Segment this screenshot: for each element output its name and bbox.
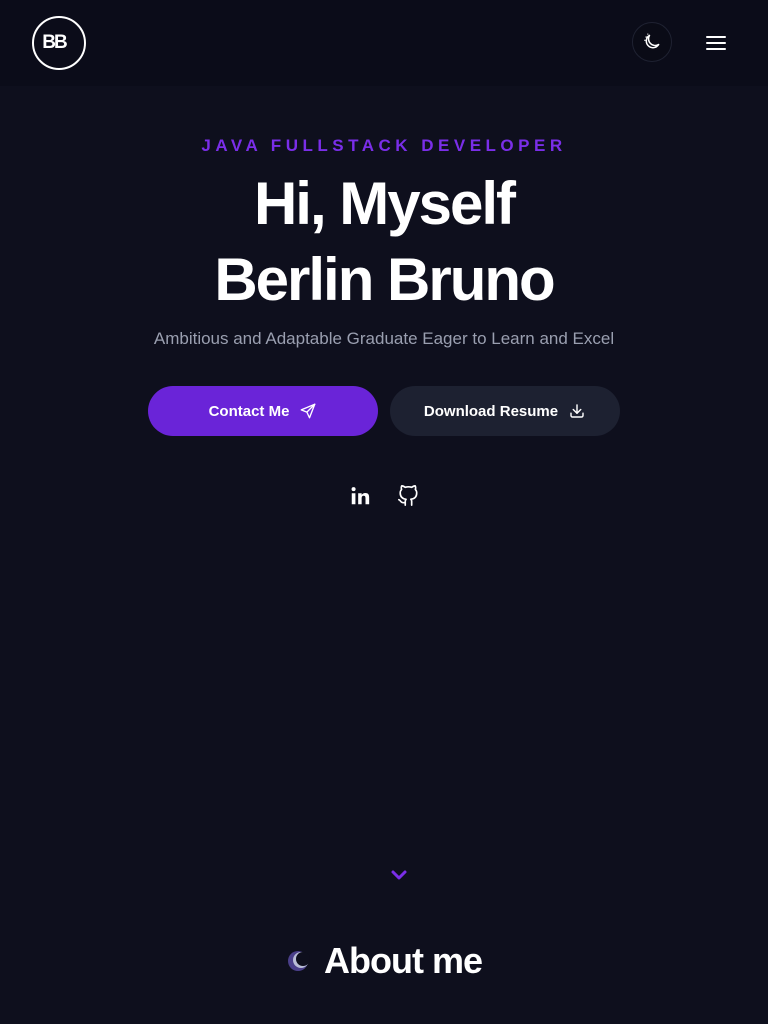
chevron-down-icon (391, 870, 407, 880)
navbar: BB (0, 0, 768, 86)
crescent-icon (288, 951, 310, 971)
headline-greeting: Hi, Myself (253, 170, 516, 237)
send-icon (300, 403, 316, 419)
linkedin-link[interactable] (348, 484, 372, 508)
menu-button[interactable] (702, 30, 730, 56)
about-title: About me (324, 940, 483, 981)
logo-text: BB (42, 32, 67, 53)
theme-toggle-button[interactable] (632, 22, 672, 62)
github-link[interactable] (396, 484, 420, 508)
contact-me-label: Contact Me (208, 402, 290, 420)
hamburger-menu-icon (706, 36, 726, 50)
headline-name: Berlin Bruno (214, 246, 555, 313)
linkedin-icon (351, 487, 370, 505)
contact-me-button[interactable]: Contact Me (148, 386, 378, 436)
moon-stars-icon (644, 33, 660, 49)
role-subtitle: JAVA FULLSTACK DEVELOPER (201, 136, 567, 155)
logo[interactable]: BB (32, 16, 86, 70)
github-icon (398, 485, 418, 506)
tagline: Ambitious and Adaptable Graduate Eager t… (153, 329, 615, 348)
download-resume-label: Download Resume (423, 402, 559, 420)
download-resume-button[interactable]: Download Resume (390, 386, 620, 436)
scroll-down-button[interactable] (388, 866, 410, 884)
download-icon (570, 404, 584, 418)
about-section-header: About me (0, 940, 768, 982)
page: BB JAVA FULLSTACK DEVELOPER Hi, Myself B… (0, 0, 768, 1024)
